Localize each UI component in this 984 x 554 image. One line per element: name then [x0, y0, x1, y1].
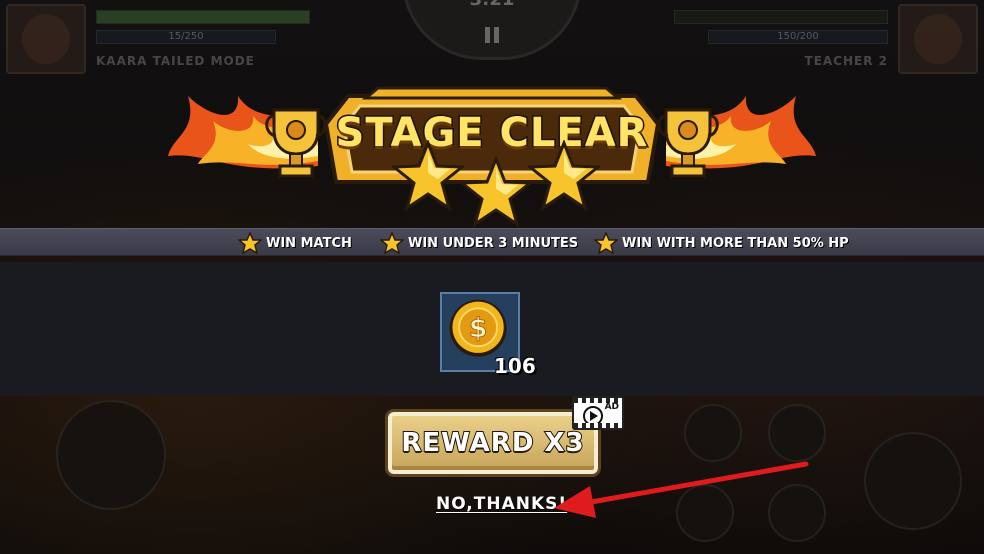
skill-slot-1	[684, 404, 742, 462]
skill-slot-2	[768, 404, 826, 462]
objective-item: WIN MATCH	[238, 232, 352, 254]
star-rating	[392, 140, 602, 232]
objectives-strip: WIN MATCH WIN UNDER 3 MINUTES WIN WITH M…	[0, 228, 984, 256]
enemy-name: TEACHER 2	[804, 54, 888, 68]
player-hp-text: 15/250	[96, 30, 276, 44]
red-arrow-annotation	[554, 461, 809, 518]
timer-panel: 3:21	[402, 0, 582, 60]
attack-button-bg	[864, 432, 962, 530]
no-thanks-link[interactable]: NO,THANKS!	[436, 494, 567, 514]
objective-item: WIN WITH MORE THAN 50% HP	[594, 232, 849, 254]
player-portrait	[6, 4, 86, 74]
svg-text:$: $	[469, 313, 488, 344]
reward-button-label: REWARD X3	[400, 427, 585, 459]
star-2-icon	[460, 156, 532, 228]
star-icon	[594, 232, 618, 254]
enemy-portrait	[898, 4, 978, 74]
star-1-icon	[392, 140, 464, 212]
objective-label: WIN UNDER 3 MINUTES	[408, 235, 579, 251]
star-icon	[238, 232, 262, 254]
enemy-health-bar	[674, 10, 888, 24]
objective-label: WIN WITH MORE THAN 50% HP	[622, 235, 849, 251]
enemy-hp-text: 150/200	[708, 30, 888, 44]
objective-label: WIN MATCH	[266, 235, 352, 251]
video-ad-badge: AD	[572, 396, 624, 430]
ad-label: AD	[604, 402, 619, 412]
star-icon	[380, 232, 404, 254]
star-3-icon	[528, 140, 600, 212]
objective-item: WIN UNDER 3 MINUTES	[380, 232, 578, 254]
pause-icon[interactable]	[484, 27, 500, 43]
match-timer: 3:21	[405, 0, 579, 10]
player-health-bar	[96, 10, 310, 24]
joystick-outer	[56, 400, 166, 510]
stage-clear-banner: STAGE CLEAR	[168, 66, 816, 236]
coin-count: 106	[494, 354, 536, 378]
